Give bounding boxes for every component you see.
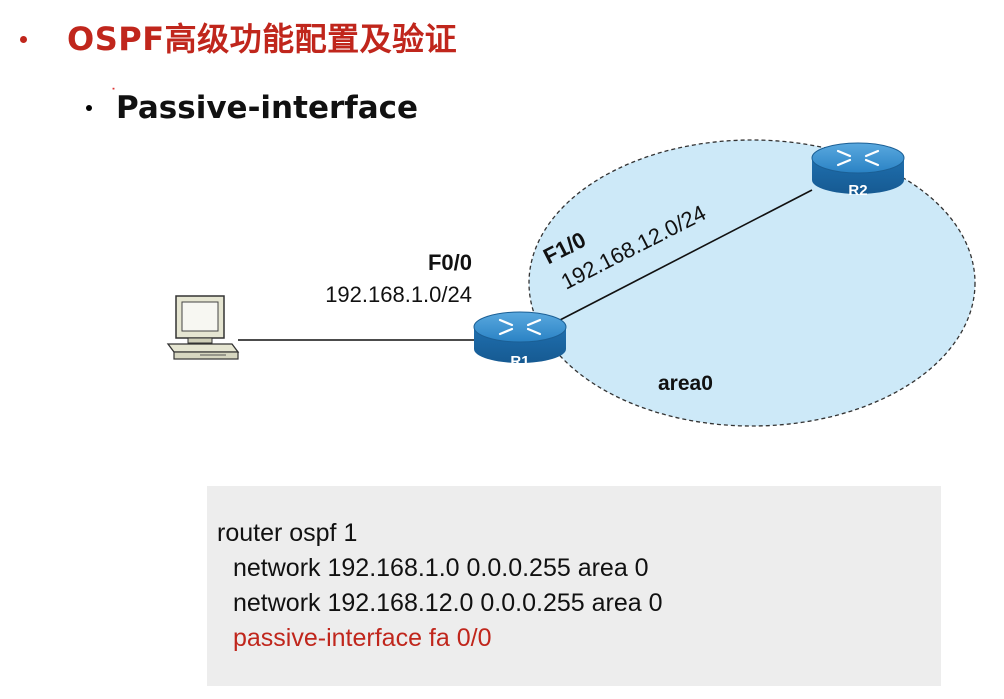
area0-region [528,139,976,427]
router-r2-label: R2 [848,182,867,199]
config-line-network-2: network 192.168.12.0 0.0.0.255 area 0 [233,589,663,617]
config-line-router: router ospf 1 [217,519,358,547]
config-code-box: router ospf 1 network 192.168.1.0 0.0.0.… [207,486,941,686]
area-label: area0 [658,372,713,395]
pc-icon [166,295,240,360]
left-network-label: 192.168.1.0/24 [325,282,472,307]
router-r1-label: R1 [510,353,529,370]
config-line-network-1: network 192.168.1.0 0.0.0.255 area 0 [233,554,649,582]
left-interface-label: F0/0 [428,250,472,275]
config-line-passive-interface: passive-interface fa 0/0 [233,624,492,652]
